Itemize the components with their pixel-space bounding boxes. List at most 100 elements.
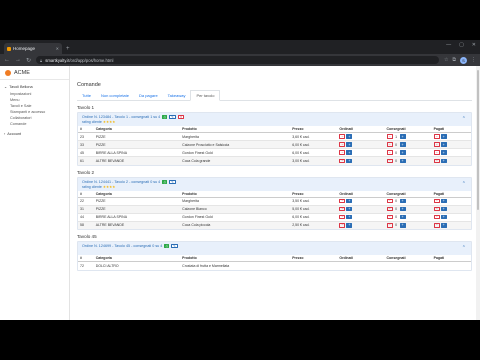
increment-button[interactable]: +: [399, 134, 406, 139]
close-window-button[interactable]: ✕: [472, 42, 476, 48]
pagati-control: − +: [433, 150, 447, 155]
decrement-button[interactable]: −: [386, 150, 393, 155]
decrement-button[interactable]: −: [386, 134, 393, 139]
decrement-button[interactable]: −: [386, 206, 393, 212]
increment-button[interactable]: +: [440, 158, 447, 163]
content: Comande Tutte Non completate Da pagare T…: [77, 82, 472, 271]
minimize-button[interactable]: —: [446, 42, 451, 48]
increment-button[interactable]: +: [440, 134, 447, 139]
increment-button[interactable]: +: [346, 206, 353, 212]
edit-button[interactable]: ✎: [171, 244, 178, 248]
url-input[interactable]: 🔒︎ smartkyalty.it/ord/app/pos/home.html: [36, 56, 439, 64]
increment-button[interactable]: +: [440, 198, 447, 204]
profile-avatar[interactable]: S: [460, 56, 467, 64]
sidebar-menu: ⌄ Tavoli Bellona Impostazioni Menu Tavol…: [0, 80, 69, 137]
row-category: PIZZE: [93, 140, 181, 149]
print-button[interactable]: ⎙: [162, 179, 168, 184]
row-number: 45: [78, 148, 94, 157]
decrement-button[interactable]: −: [339, 198, 346, 204]
decrement-button[interactable]: −: [339, 206, 346, 212]
back-icon[interactable]: ←: [4, 57, 10, 63]
tab-non-completate[interactable]: Non completate: [96, 91, 134, 100]
decrement-button[interactable]: −: [339, 214, 346, 220]
decrement-button[interactable]: −: [433, 134, 440, 139]
increment-button[interactable]: +: [346, 198, 353, 204]
browser-tab[interactable]: Homepage ✕: [4, 43, 62, 54]
increment-button[interactable]: +: [346, 223, 353, 228]
decrement-button[interactable]: −: [433, 150, 440, 155]
more-icon[interactable]: ⋮: [471, 57, 476, 63]
tab-tutte[interactable]: Tutte: [77, 91, 96, 100]
decrement-button[interactable]: −: [339, 223, 346, 228]
increment-button[interactable]: +: [399, 150, 406, 155]
order-header[interactable]: Ordine N. 123484 - Tavolo 1 - consegnati…: [78, 113, 471, 126]
decrement-button[interactable]: −: [386, 142, 393, 147]
increment-button[interactable]: +: [346, 150, 353, 155]
increment-button[interactable]: +: [399, 198, 406, 204]
order-header[interactable]: Ordine N. 124441 - Tavolo 2 - consegnati…: [78, 177, 471, 191]
print-button[interactable]: ⎙: [162, 115, 168, 119]
lock-icon: 🔒︎: [40, 57, 43, 63]
pagati-cell: − +: [431, 220, 471, 229]
delete-button[interactable]: ✕: [177, 115, 185, 119]
menu-group-tavoli[interactable]: ⌄ Tavoli Bellona: [4, 84, 69, 90]
forward-icon[interactable]: →: [15, 57, 21, 63]
menu-group-account[interactable]: › Account: [4, 132, 69, 136]
decrement-button[interactable]: −: [433, 142, 440, 147]
increment-button[interactable]: +: [440, 150, 447, 155]
decrement-button[interactable]: −: [433, 158, 440, 163]
new-tab-button[interactable]: +: [66, 46, 70, 52]
increment-button[interactable]: +: [346, 134, 353, 139]
chevron-up-icon[interactable]: ⌃: [462, 181, 466, 187]
increment-button[interactable]: +: [346, 142, 353, 147]
edit-button[interactable]: ✎: [169, 115, 176, 119]
tab-per-tavolo[interactable]: Per tavolo: [190, 90, 221, 101]
decrement-button[interactable]: −: [433, 198, 440, 204]
maximize-button[interactable]: ▢: [459, 42, 464, 48]
ordinati-cell: − +: [337, 132, 385, 141]
decrement-button[interactable]: −: [433, 214, 440, 220]
row-product: Gordon Finest Gold: [180, 212, 291, 221]
chevron-up-icon[interactable]: ⌃: [462, 116, 466, 122]
decrement-button[interactable]: −: [339, 150, 346, 155]
decrement-button[interactable]: −: [433, 206, 440, 212]
extensions-icon[interactable]: ⧉: [452, 57, 456, 63]
scrollbar-thumb[interactable]: [477, 70, 479, 210]
increment-button[interactable]: +: [440, 206, 447, 212]
consegnati-control: −0 +: [386, 206, 406, 212]
edit-button[interactable]: ✎: [169, 179, 176, 184]
increment-button[interactable]: +: [346, 214, 353, 220]
decrement-button[interactable]: −: [386, 198, 393, 204]
decrement-button[interactable]: −: [339, 134, 346, 139]
decrement-button[interactable]: −: [386, 223, 393, 228]
chevron-up-icon[interactable]: ⌃: [462, 245, 466, 251]
decrement-button[interactable]: −: [339, 158, 346, 163]
increment-button[interactable]: +: [440, 142, 447, 147]
consegnati-control: −0 +: [386, 150, 406, 155]
increment-button[interactable]: +: [399, 206, 406, 212]
scrollbar[interactable]: [476, 66, 480, 320]
decrement-button[interactable]: −: [339, 142, 346, 147]
consegnati-cell: −0 +: [384, 212, 432, 221]
sidebar-item[interactable]: Comande: [4, 121, 69, 127]
decrement-button[interactable]: −: [433, 223, 440, 228]
reload-icon[interactable]: ↻: [26, 57, 31, 64]
print-button[interactable]: ⎙: [164, 244, 170, 248]
tab-da-pagare[interactable]: Da pagare: [134, 91, 163, 100]
increment-button[interactable]: +: [399, 214, 406, 220]
tab-close-icon[interactable]: ✕: [56, 46, 59, 51]
increment-button[interactable]: +: [346, 158, 353, 163]
pagati-cell: − +: [431, 140, 471, 149]
increment-button[interactable]: +: [440, 214, 447, 220]
increment-button[interactable]: +: [399, 158, 406, 163]
star-icon[interactable]: ☆: [444, 57, 448, 63]
order-header[interactable]: Ordine N. 124699 - Tavolo 45 - consegnat…: [78, 242, 471, 255]
decrement-button[interactable]: −: [386, 158, 393, 163]
decrement-button[interactable]: −: [386, 214, 393, 220]
increment-button[interactable]: +: [440, 223, 447, 228]
rating-line: rating cliente ★★★★: [82, 185, 467, 189]
increment-button[interactable]: +: [399, 142, 406, 147]
ordinati-control: − +: [339, 158, 353, 163]
increment-button[interactable]: +: [399, 223, 406, 228]
tab-takeaway[interactable]: Takeaway: [163, 91, 191, 100]
